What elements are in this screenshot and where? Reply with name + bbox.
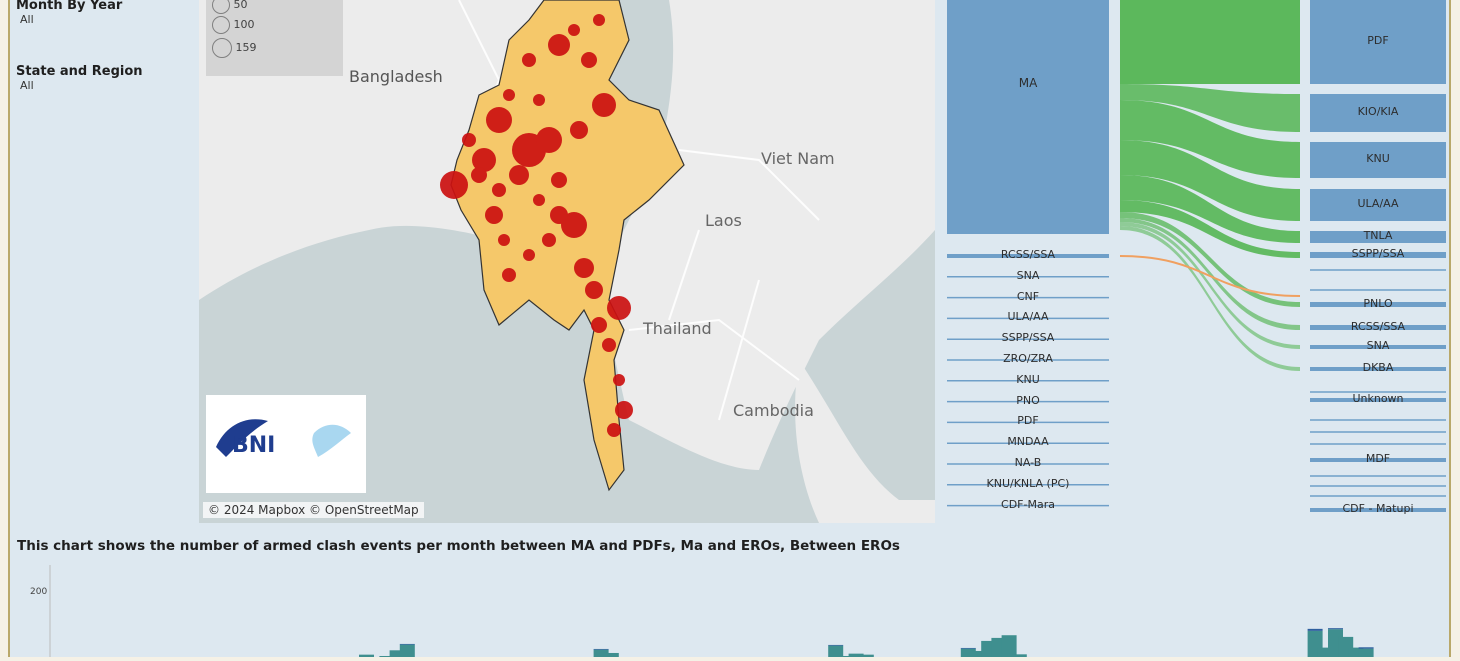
right-node-label[interactable]: ULA/AA xyxy=(1310,197,1446,210)
bar-cap xyxy=(399,643,415,645)
left-node-label[interactable]: ZRO/ZRA xyxy=(947,352,1109,365)
bar-cap xyxy=(1307,628,1323,631)
left-node-label[interactable]: KNU xyxy=(947,373,1109,386)
filter-month[interactable]: Month By Year All xyxy=(16,0,122,26)
bar-cap xyxy=(828,644,844,646)
right-node-label[interactable]: RCSS/SSA xyxy=(1310,320,1446,333)
logo-graphic: BNI xyxy=(216,419,351,458)
left-node-label[interactable]: CNF xyxy=(947,290,1109,303)
node-label-ma[interactable]: MA xyxy=(947,76,1109,90)
legend-circle-icon xyxy=(212,16,230,34)
label-cambodia: Cambodia xyxy=(733,401,814,420)
bar-cap xyxy=(1328,628,1343,630)
right-node-label[interactable]: PNLO xyxy=(1310,297,1446,310)
right-node-label[interactable]: SNA xyxy=(1310,339,1446,352)
size-legend: 50 100 159 xyxy=(206,0,343,76)
label-laos: Laos xyxy=(705,211,742,230)
legend-circle-icon xyxy=(212,38,232,58)
right-node-label[interactable]: DKBA xyxy=(1310,361,1446,374)
bar xyxy=(603,652,619,657)
legend-label-50: 50 xyxy=(233,0,248,11)
y-tick-200: 200 xyxy=(30,587,47,597)
right-node-label[interactable]: MDF xyxy=(1310,452,1446,465)
map-copyright[interactable]: © 2024 Mapbox © OpenStreetMap xyxy=(203,502,424,518)
legend-label-100: 100 xyxy=(233,18,255,31)
bar-chart: 200 xyxy=(17,560,1442,657)
filter-title: Month By Year xyxy=(16,0,123,13)
logo-text: BNI xyxy=(232,433,275,458)
left-node-label[interactable]: ULA/AA xyxy=(947,310,1109,323)
left-node-label[interactable]: CDF-Mara xyxy=(947,498,1109,511)
bar xyxy=(399,644,415,657)
right-node-label[interactable]: SSPP/SSA xyxy=(1310,247,1446,260)
right-node-label[interactable]: CDF - Matupi xyxy=(1310,502,1446,515)
bar-svg: 200 xyxy=(30,565,1374,657)
left-node-label[interactable]: MNDAA xyxy=(947,435,1109,448)
filter-state[interactable]: State and Region All xyxy=(16,64,143,92)
left-node-label[interactable]: KNU/KNLA (PC) xyxy=(947,477,1109,490)
sankey-flow xyxy=(1120,0,1300,84)
right-node-label[interactable]: PDF xyxy=(1310,34,1446,47)
left-node-label[interactable]: PDF xyxy=(947,414,1109,427)
label-vietnam: Viet Nam xyxy=(761,149,835,168)
filter-title: State and Region xyxy=(16,64,143,79)
bars-group xyxy=(359,628,1374,657)
logo-panel: BNI xyxy=(206,395,366,493)
right-node-label[interactable]: KIO/KIA xyxy=(1310,105,1446,118)
right-node-label[interactable]: Unknown xyxy=(1310,392,1446,405)
left-node-label[interactable]: PNO xyxy=(947,394,1109,407)
sankey-flow xyxy=(1120,226,1300,371)
bar-cap xyxy=(1358,647,1374,649)
bar xyxy=(828,645,844,657)
chart-caption: This chart shows the number of armed cla… xyxy=(17,538,900,554)
filter-value[interactable]: All xyxy=(20,79,143,92)
right-node-label[interactable]: TNLA xyxy=(1310,229,1446,242)
bar-cap xyxy=(960,647,976,649)
right-node-label[interactable]: KNU xyxy=(1310,152,1446,165)
left-node-label[interactable]: SNA xyxy=(947,269,1109,282)
left-node-label[interactable]: NA-B xyxy=(947,456,1109,469)
sankey-chart: MA RCSS/SSA SNA CNF ULA/AA SSPP/SSA ZRO/ZRA KN… xyxy=(940,0,1450,523)
bar xyxy=(1358,648,1374,657)
filter-value[interactable]: All xyxy=(20,13,122,26)
label-thailand: Thailand xyxy=(642,319,712,338)
bar xyxy=(1001,635,1017,657)
label-bangladesh: Bangladesh xyxy=(349,67,443,86)
legend-circle-icon xyxy=(212,0,230,14)
flows xyxy=(1119,0,1301,371)
legend-label-159: 159 xyxy=(235,41,257,54)
left-node-label[interactable]: RCSS/SSA xyxy=(947,248,1109,261)
bar-cap xyxy=(593,648,609,650)
left-node-label[interactable]: SSPP/SSA xyxy=(947,331,1109,344)
